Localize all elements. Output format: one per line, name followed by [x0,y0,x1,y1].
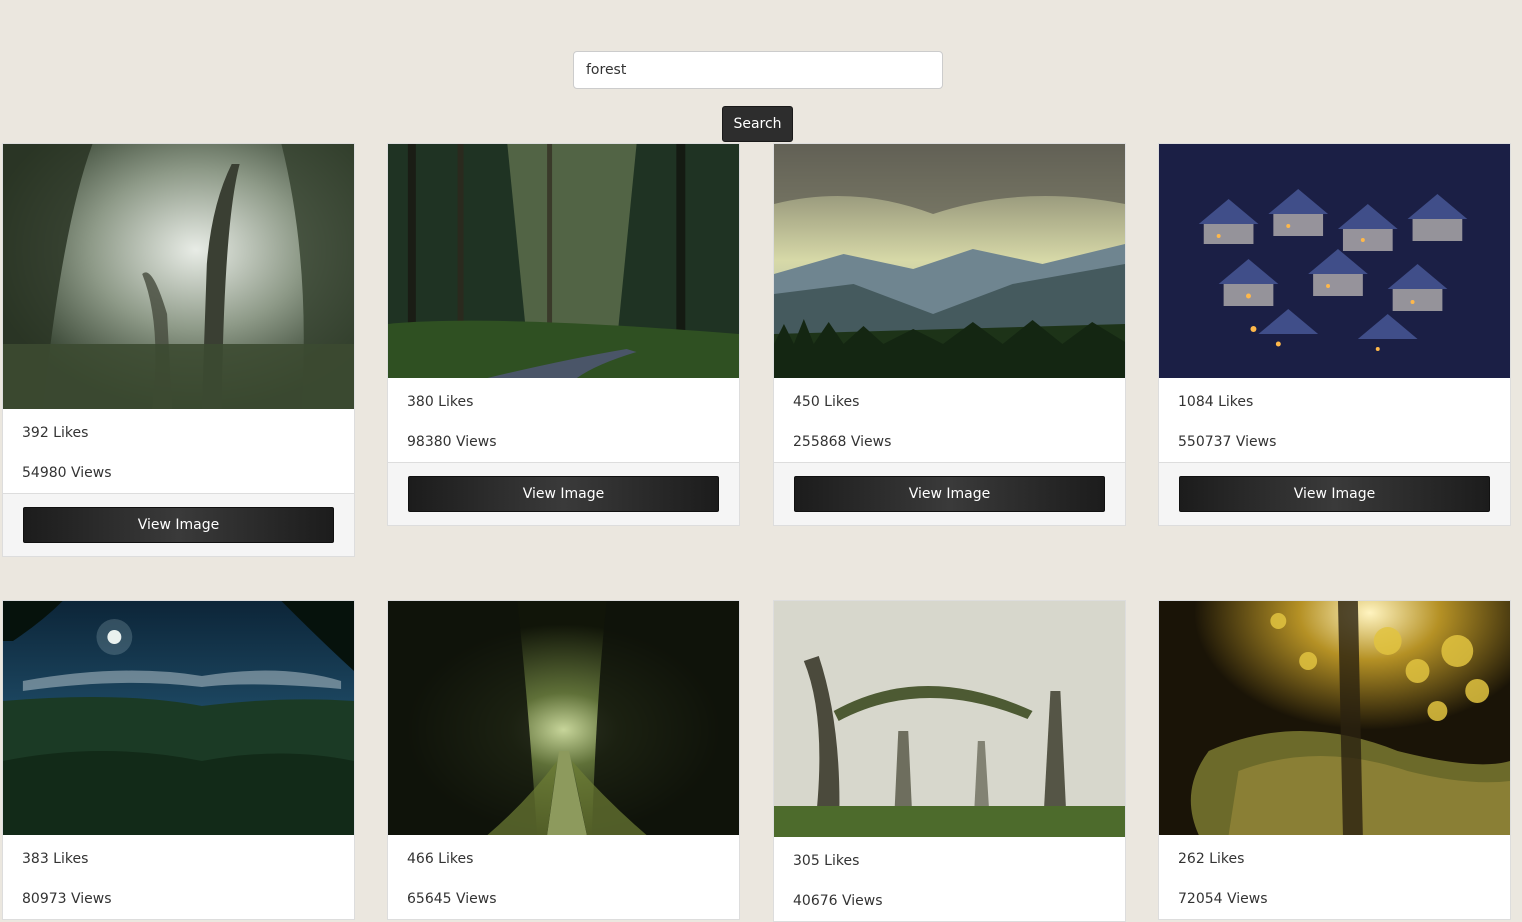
card-info: 1084 Likes 550737 Views [1159,378,1510,462]
image-thumbnail-old-oak-trees[interactable] [774,601,1125,837]
search-button[interactable]: Search [722,106,793,142]
image-card: 262 Likes 72054 Views [1158,600,1511,920]
card-info: 305 Likes 40676 Views [774,837,1125,921]
likes-count: 466 Likes [407,851,474,867]
image-thumbnail-mossy-log[interactable] [1159,601,1510,835]
view-image-button[interactable]: View Image [794,476,1105,512]
image-card: 466 Likes 65645 Views [387,600,740,920]
view-image-button[interactable]: View Image [1179,476,1490,512]
likes-count: 1084 Likes [1178,394,1254,410]
card-info: 392 Likes 54980 Views [3,409,354,493]
views-count: 40676 Views [793,893,883,909]
image-thumbnail-tree-tunnel[interactable] [388,601,739,835]
image-card: 305 Likes 40676 Views [773,600,1126,922]
card-footer: View Image [774,462,1125,525]
card-info: 383 Likes 80973 Views [3,835,354,919]
image-thumbnail-snowy-village[interactable] [1159,144,1510,378]
views-count: 98380 Views [407,434,497,450]
views-count: 65645 Views [407,891,497,907]
views-count: 550737 Views [1178,434,1277,450]
card-footer: View Image [388,462,739,525]
image-card: 392 Likes 54980 Views View Image [2,143,355,557]
card-info: 466 Likes 65645 Views [388,835,739,919]
views-count: 255868 Views [793,434,892,450]
card-info: 380 Likes 98380 Views [388,378,739,462]
likes-count: 305 Likes [793,853,860,869]
image-thumbnail-misty-forest[interactable] [3,144,354,409]
image-card: 450 Likes 255868 Views View Image [773,143,1126,526]
image-thumbnail-moonlit-forest[interactable] [3,601,354,835]
search-input[interactable] [573,51,943,89]
image-card: 1084 Likes 550737 Views View Image [1158,143,1511,526]
card-info: 450 Likes 255868 Views [774,378,1125,462]
card-info: 262 Likes 72054 Views [1159,835,1510,919]
likes-count: 450 Likes [793,394,860,410]
likes-count: 392 Likes [22,425,89,441]
search-bar [573,51,943,89]
card-footer: View Image [1159,462,1510,525]
view-image-button[interactable]: View Image [23,507,334,543]
image-thumbnail-mountain-valley[interactable] [774,144,1125,378]
view-image-button[interactable]: View Image [408,476,719,512]
likes-count: 380 Likes [407,394,474,410]
likes-count: 383 Likes [22,851,89,867]
image-card: 383 Likes 80973 Views [2,600,355,920]
card-footer: View Image [3,493,354,556]
image-thumbnail-forest-road[interactable] [388,144,739,378]
image-card: 380 Likes 98380 Views View Image [387,143,740,526]
views-count: 72054 Views [1178,891,1268,907]
likes-count: 262 Likes [1178,851,1245,867]
views-count: 54980 Views [22,465,112,481]
views-count: 80973 Views [22,891,112,907]
